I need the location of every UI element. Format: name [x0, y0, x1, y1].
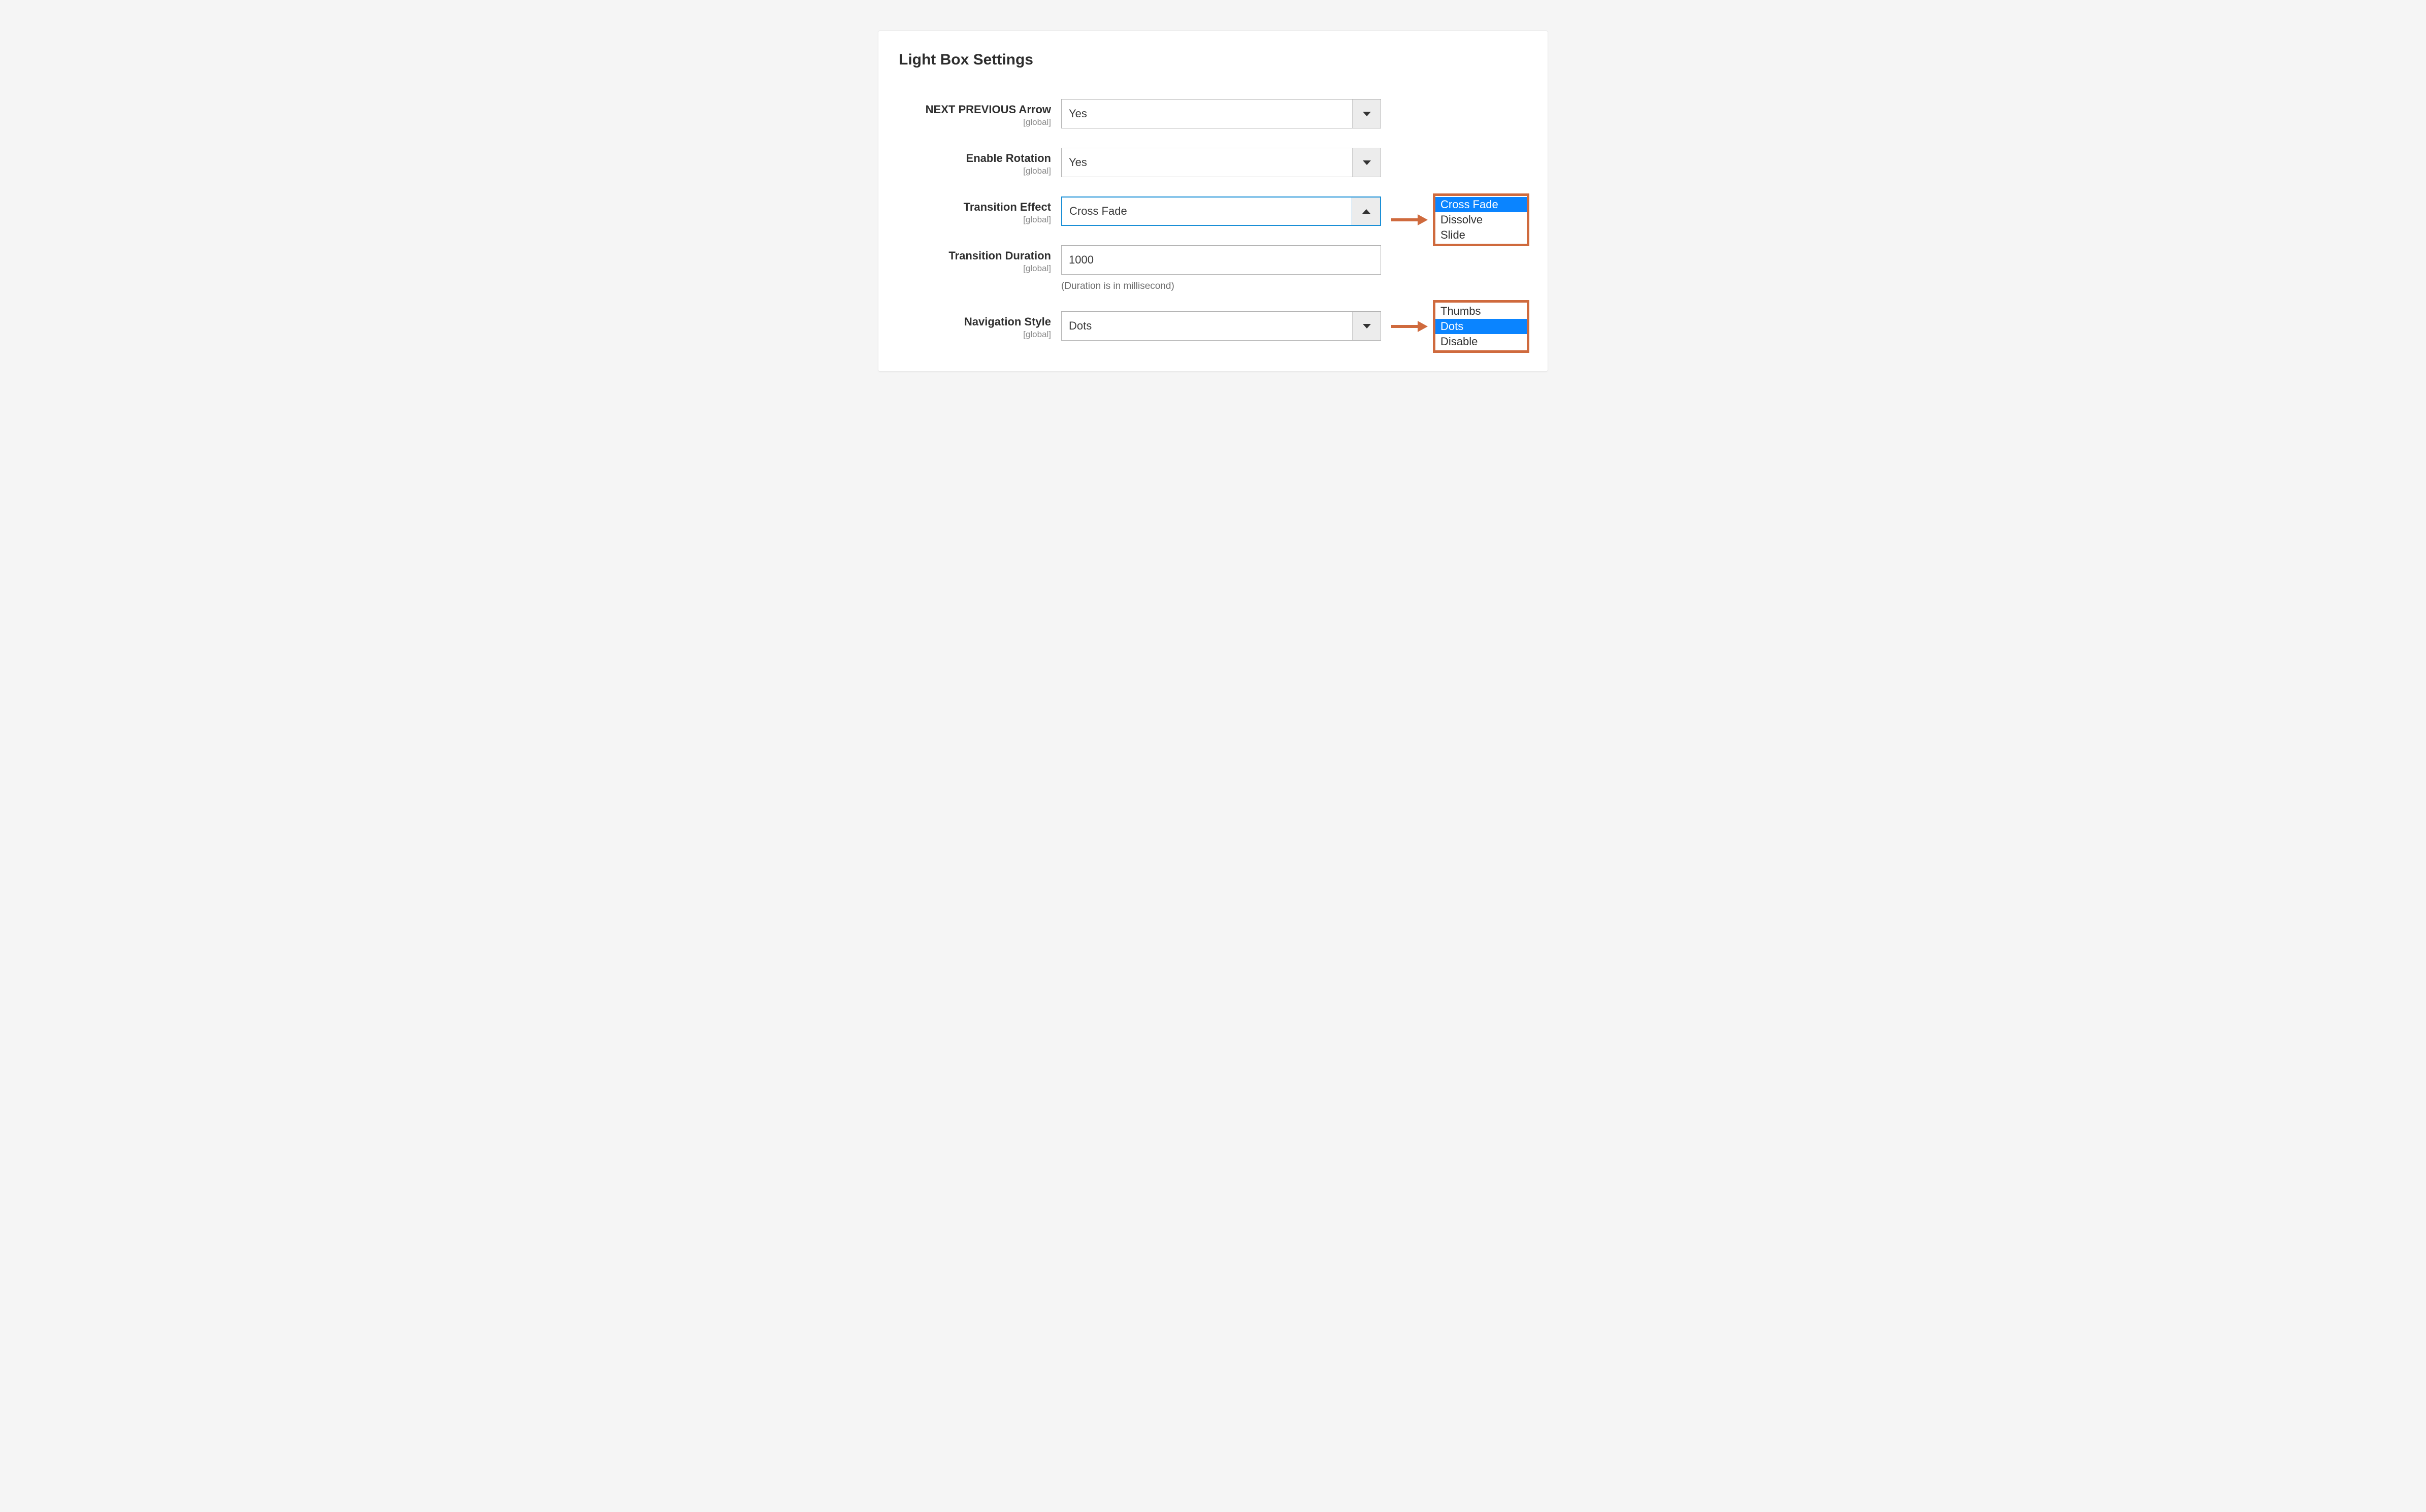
chevron-down-icon	[1363, 112, 1371, 116]
chevron-down-icon	[1363, 324, 1371, 328]
row-enable-rotation: Enable Rotation [global] Yes	[899, 148, 1527, 177]
callout-transition-effect: Cross Fade Dissolve Slide	[1391, 193, 1529, 246]
select-value: Yes	[1062, 107, 1352, 120]
label-enable-rotation: Enable Rotation	[899, 152, 1051, 165]
panel-title: Light Box Settings	[899, 51, 1527, 69]
option-slide[interactable]: Slide	[1435, 227, 1527, 243]
navigation-style-select[interactable]: Dots	[1061, 311, 1381, 341]
label-next-previous-arrow: NEXT PREVIOUS Arrow	[899, 103, 1051, 116]
scope-global: [global]	[899, 330, 1051, 340]
label-navigation-style: Navigation Style	[899, 315, 1051, 328]
transition-effect-options: Cross Fade Dissolve Slide	[1433, 193, 1529, 246]
scope-global: [global]	[899, 215, 1051, 225]
callout-navigation-style: Thumbs Dots Disable	[1391, 300, 1529, 353]
lightbox-settings-panel: Light Box Settings NEXT PREVIOUS Arrow […	[878, 30, 1548, 372]
control-col: Dots	[1061, 311, 1381, 341]
chevron-up-icon	[1362, 209, 1370, 214]
label-transition-effect: Transition Effect	[899, 201, 1051, 214]
dropdown-toggle[interactable]	[1352, 312, 1381, 340]
control-col: Yes	[1061, 148, 1381, 177]
arrow-right-icon	[1391, 217, 1428, 222]
option-disable[interactable]: Disable	[1435, 334, 1527, 349]
option-dots[interactable]: Dots	[1435, 319, 1527, 334]
scope-global: [global]	[899, 117, 1051, 127]
control-col: Yes	[1061, 99, 1381, 128]
label-col: Navigation Style [global]	[899, 311, 1061, 340]
label-col: Transition Duration [global]	[899, 245, 1061, 274]
dropdown-toggle[interactable]	[1352, 100, 1381, 128]
next-previous-arrow-select[interactable]: Yes	[1061, 99, 1381, 128]
dropdown-toggle[interactable]	[1352, 198, 1380, 225]
option-dissolve[interactable]: Dissolve	[1435, 212, 1527, 227]
transition-effect-select[interactable]: Cross Fade	[1061, 196, 1381, 226]
chevron-down-icon	[1363, 160, 1371, 165]
select-value: Dots	[1062, 319, 1352, 333]
label-transition-duration: Transition Duration	[899, 249, 1051, 262]
dropdown-toggle[interactable]	[1352, 148, 1381, 177]
arrow-right-icon	[1391, 324, 1428, 329]
row-next-previous-arrow: NEXT PREVIOUS Arrow [global] Yes	[899, 99, 1527, 128]
control-col: Cross Fade	[1061, 196, 1381, 226]
option-thumbs[interactable]: Thumbs	[1435, 304, 1527, 319]
label-col: NEXT PREVIOUS Arrow [global]	[899, 99, 1061, 127]
navigation-style-options: Thumbs Dots Disable	[1433, 300, 1529, 353]
row-transition-duration: Transition Duration [global] (Duration i…	[899, 245, 1527, 292]
scope-global: [global]	[899, 166, 1051, 176]
label-col: Transition Effect [global]	[899, 196, 1061, 225]
row-transition-effect: Transition Effect [global] Cross Fade Cr…	[899, 196, 1527, 226]
scope-global: [global]	[899, 264, 1051, 274]
select-value: Cross Fade	[1062, 205, 1352, 218]
row-navigation-style: Navigation Style [global] Dots Thumbs Do…	[899, 311, 1527, 341]
select-value: Yes	[1062, 156, 1352, 169]
control-col: (Duration is in millisecond)	[1061, 245, 1381, 292]
option-cross-fade[interactable]: Cross Fade	[1435, 197, 1527, 212]
transition-duration-help: (Duration is in millisecond)	[1061, 281, 1381, 292]
label-col: Enable Rotation [global]	[899, 148, 1061, 176]
enable-rotation-select[interactable]: Yes	[1061, 148, 1381, 177]
transition-duration-input[interactable]	[1061, 245, 1381, 275]
